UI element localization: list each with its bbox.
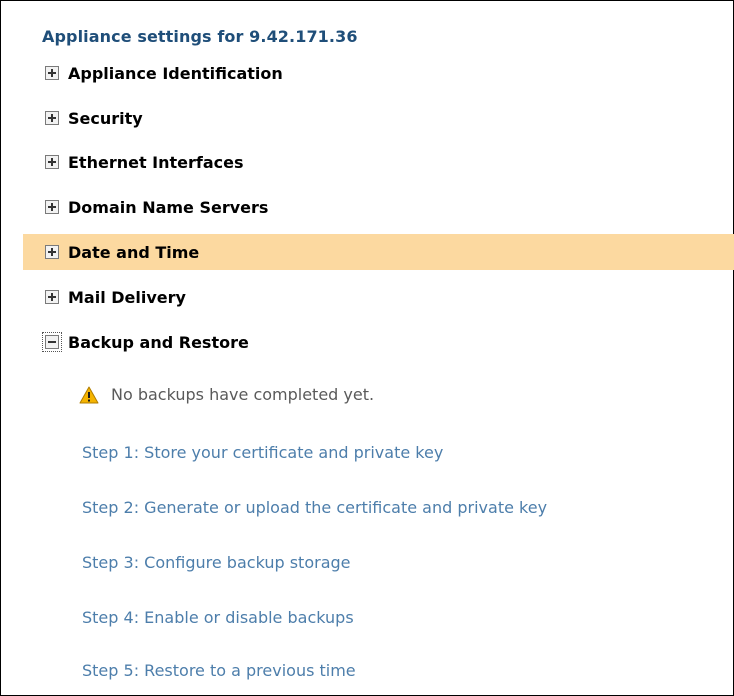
section-label: Mail Delivery [68, 287, 186, 307]
section-date-and-time[interactable]: Date and Time [23, 234, 734, 270]
expand-plus-icon[interactable] [45, 290, 59, 304]
step-link-generate-certificate[interactable]: Step 2: Generate or upload the certifica… [82, 498, 547, 517]
section-appliance-identification[interactable]: Appliance Identification [23, 55, 734, 91]
section-domain-name-servers[interactable]: Domain Name Servers [23, 189, 734, 225]
expand-plus-icon[interactable] [45, 111, 59, 125]
section-label: Appliance Identification [68, 63, 283, 83]
collapse-minus-icon[interactable] [42, 332, 62, 352]
section-ethernet-interfaces[interactable]: Ethernet Interfaces [23, 144, 734, 180]
section-label: Date and Time [68, 242, 200, 262]
section-security[interactable]: Security [23, 100, 734, 136]
section-label: Domain Name Servers [68, 197, 269, 217]
step-link-enable-backups[interactable]: Step 4: Enable or disable backups [82, 608, 354, 627]
expand-plus-icon[interactable] [45, 155, 59, 169]
expand-plus-icon[interactable] [45, 66, 59, 80]
settings-frame: Appliance settings for 9.42.171.36 Appli… [0, 0, 734, 696]
backup-warning: No backups have completed yet. [79, 385, 374, 404]
step-link-store-certificate[interactable]: Step 1: Store your certificate and priva… [82, 443, 443, 462]
section-mail-delivery[interactable]: Mail Delivery [23, 279, 734, 315]
warning-message: No backups have completed yet. [111, 385, 375, 404]
expand-plus-icon[interactable] [45, 200, 59, 214]
section-label: Ethernet Interfaces [68, 152, 244, 172]
section-label: Backup and Restore [68, 332, 249, 352]
step-link-restore[interactable]: Step 5: Restore to a previous time [82, 661, 356, 680]
expand-plus-icon[interactable] [45, 245, 59, 259]
section-backup-and-restore[interactable]: Backup and Restore [23, 324, 734, 360]
panel-title: Appliance settings for 9.42.171.36 [42, 27, 358, 46]
warning-triangle-icon [79, 386, 99, 403]
step-link-configure-storage[interactable]: Step 3: Configure backup storage [82, 553, 351, 572]
section-label: Security [68, 108, 143, 128]
